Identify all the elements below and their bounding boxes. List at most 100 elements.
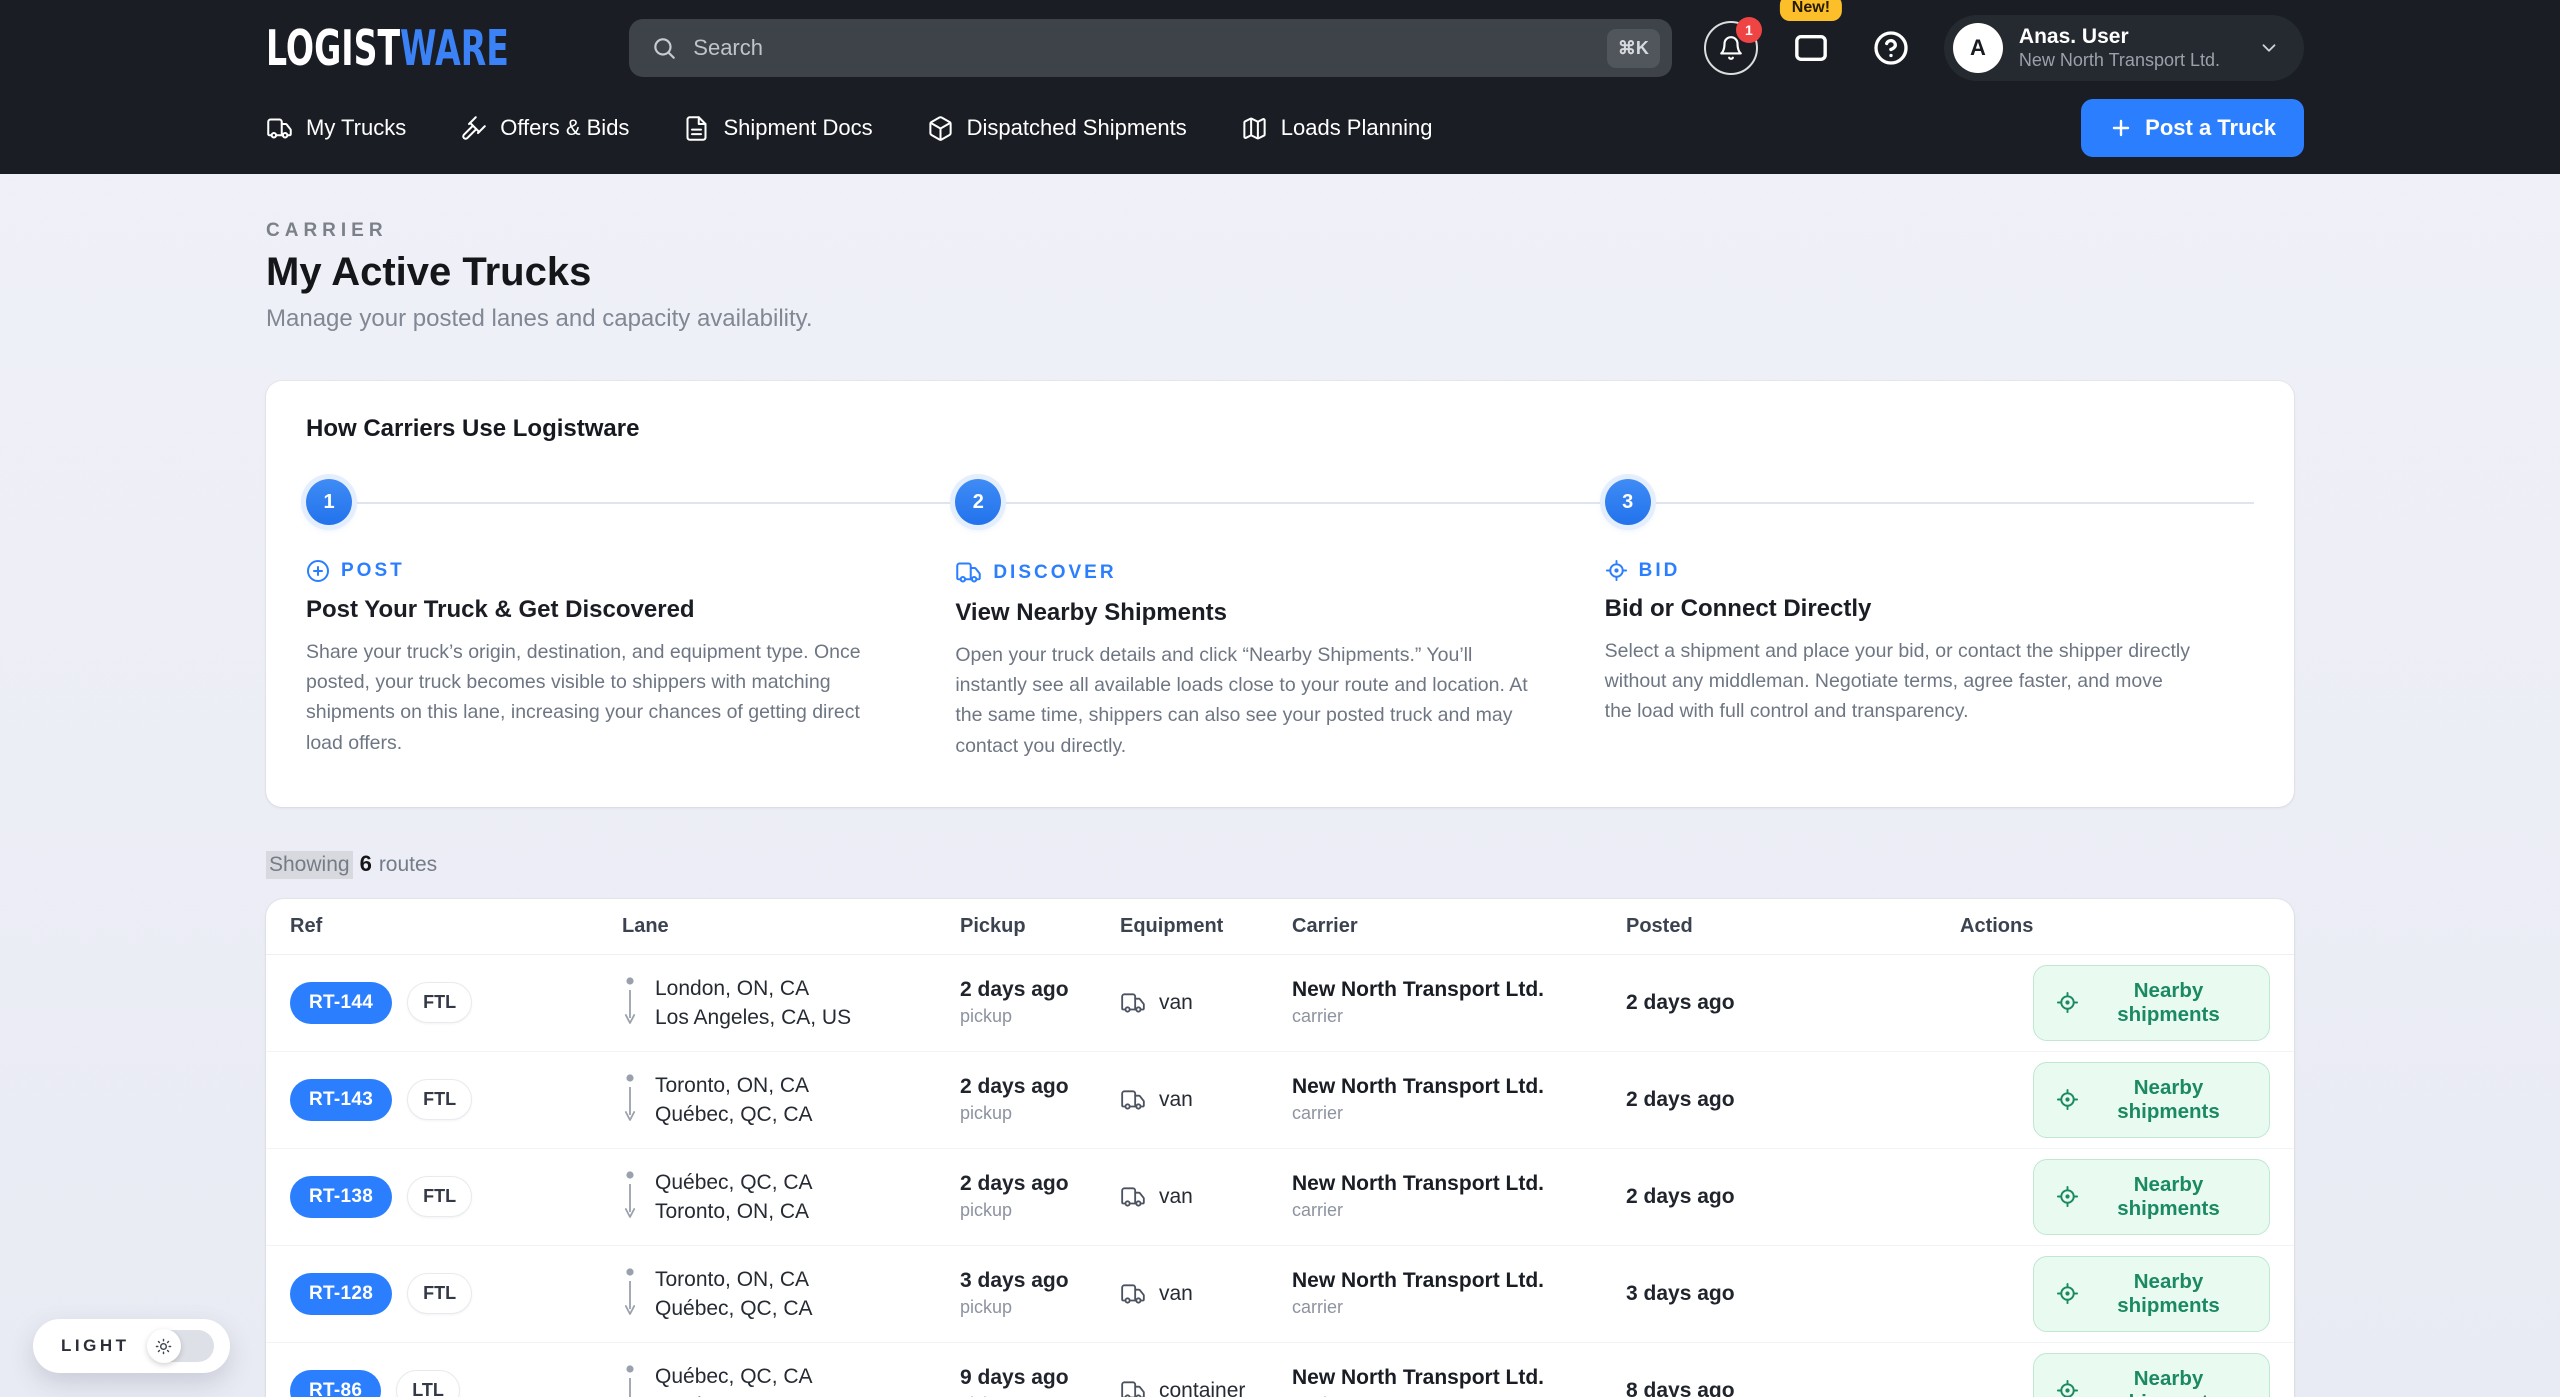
column-header: Posted [1626,915,1960,938]
ref-badge: RT-143 [290,1079,392,1121]
column-header: Lane [622,915,960,938]
pickup-time: 2 days ago [960,1075,1120,1099]
nearby-shipments-button[interactable]: Nearby shipments [2033,1159,2270,1235]
nearby-shipments-label: Nearby shipments [2090,1367,2247,1397]
theme-toggle[interactable]: LIGHT [33,1319,230,1373]
pickup-sublabel: pickup [960,1200,1120,1221]
equipment-type: van [1159,1185,1193,1209]
step-number-badge: 1 [306,479,352,525]
posted-time: 2 days ago [1626,991,1960,1015]
posted-time: 2 days ago [1626,1185,1960,1209]
posted-time: 3 days ago [1626,1282,1960,1306]
load-type-badge: LTL [396,1370,460,1397]
search-input[interactable] [693,35,1591,61]
column-header: Ref [290,915,622,938]
step-icon [306,559,330,583]
carrier-name: New North Transport Ltd. [1292,1075,1626,1099]
step-description: Select a shipment and place your bid, or… [1605,636,2190,727]
nav-item-icon [1241,115,1268,142]
nav-item[interactable]: Offers & Bids [460,115,629,142]
page-eyebrow: CARRIER [266,220,2294,242]
notifications-button[interactable]: 1 [1704,21,1758,75]
ref-badge: RT-86 [290,1370,381,1397]
column-header: Pickup [960,915,1120,938]
step-label: BID [1639,560,1681,582]
post-a-truck-button[interactable]: Post a Truck [2081,99,2304,157]
step-number-badge: 3 [1605,479,1651,525]
load-type-badge: FTL [407,1079,472,1120]
lane-destination: London, ON, CA [655,1391,813,1397]
table-row[interactable]: RT-144 FTL London, ON, CA Los Angeles, C… [266,955,2294,1052]
table-body: RT-144 FTL London, ON, CA Los Angeles, C… [266,955,2294,1397]
table-row[interactable]: RT-143 FTL Toronto, ON, CA Québec, QC, C… [266,1052,2294,1149]
ref-badge: RT-128 [290,1273,392,1315]
nav-item[interactable]: Dispatched Shipments [927,115,1187,142]
nearby-shipments-button[interactable]: Nearby shipments [2033,1256,2270,1332]
lane-route-icon [622,1168,638,1226]
theme-toggle-track[interactable] [148,1330,214,1362]
equipment-truck-icon [1120,990,1146,1016]
column-header: Actions [1960,915,2270,938]
column-header: Carrier [1292,915,1626,938]
how-card-title: How Carriers Use Logistware [306,415,2254,443]
nearby-shipments-label: Nearby shipments [2090,1270,2247,1318]
equipment-truck-icon [1120,1087,1146,1113]
help-button[interactable] [1864,21,1918,75]
equipment-truck-icon [1120,1184,1146,1210]
nav-item-label: Shipment Docs [723,115,872,141]
locate-icon [2056,1088,2079,1111]
step-number-badge: 2 [955,479,1001,525]
user-company: New North Transport Ltd. [2019,49,2220,72]
routes-table: Ref Lane Pickup Equipment Carrier Posted… [266,899,2294,1397]
nearby-shipments-button[interactable]: Nearby shipments [2033,1353,2270,1397]
locate-icon [2056,1379,2079,1397]
carrier-name: New North Transport Ltd. [1292,978,1626,1002]
pickup-sublabel: pickup [960,1006,1120,1027]
step-icon [1605,559,1628,582]
theme-toggle-label: LIGHT [61,1336,130,1356]
whats-new-button[interactable]: New! [1784,21,1838,75]
step-icon [955,559,982,586]
equipment-truck-icon [1120,1281,1146,1307]
nearby-shipments-button[interactable]: Nearby shipments [2033,965,2270,1041]
nav-item-icon [683,115,710,142]
routes-count: 6 [360,851,372,877]
lane-origin: Toronto, ON, CA [655,1071,813,1100]
step-column: POST Post Your Truck & Get Discovered Sh… [306,559,955,761]
nav-item[interactable]: My Trucks [266,115,406,142]
search-icon [651,35,677,61]
equipment-type: van [1159,991,1193,1015]
nav-item[interactable]: Shipment Docs [683,115,872,142]
step-description: Share your truck’s origin, destination, … [306,637,891,758]
load-type-badge: FTL [407,982,472,1023]
user-menu[interactable]: A Anas. User New North Transport Ltd. [1944,15,2304,81]
logo[interactable]: LOGISTWARE [266,19,509,76]
lane-origin: Toronto, ON, CA [655,1265,813,1294]
routes-word: routes [379,853,437,877]
step-description: Open your truck details and click “Nearb… [955,640,1540,761]
table-header-row: Ref Lane Pickup Equipment Carrier Posted… [266,899,2294,955]
main-nav: My Trucks Offers & Bids Shipment Docs [266,115,1432,142]
lane-route-icon [622,1362,638,1397]
app-header: LOGISTWARE ⌘K 1 New! A [0,0,2560,174]
locate-icon [2056,991,2079,1014]
column-header: Equipment [1120,915,1292,938]
table-row[interactable]: RT-128 FTL Toronto, ON, CA Québec, QC, C… [266,1246,2294,1343]
posted-time: 2 days ago [1626,1088,1960,1112]
page-title: My Active Trucks [266,250,2294,295]
posted-time: 8 days ago [1626,1379,1960,1397]
lane-route-icon [622,1265,638,1323]
step-heading: Bid or Connect Directly [1605,595,2190,623]
notification-count-badge: 1 [1736,17,1762,43]
nearby-shipments-button[interactable]: Nearby shipments [2033,1062,2270,1138]
table-row[interactable]: RT-86 LTL Québec, QC, CA London, ON, CA … [266,1343,2294,1397]
carrier-name: New North Transport Ltd. [1292,1366,1626,1390]
search-bar[interactable]: ⌘K [629,19,1672,77]
nav-item[interactable]: Loads Planning [1241,115,1433,142]
lane-origin: Québec, QC, CA [655,1362,813,1391]
carrier-sublabel: carrier [1292,1297,1626,1318]
theme-toggle-knob [147,1329,181,1363]
showing-label: Showing [266,851,353,879]
lane-route-icon [622,974,638,1032]
table-row[interactable]: RT-138 FTL Québec, QC, CA Toronto, ON, C… [266,1149,2294,1246]
